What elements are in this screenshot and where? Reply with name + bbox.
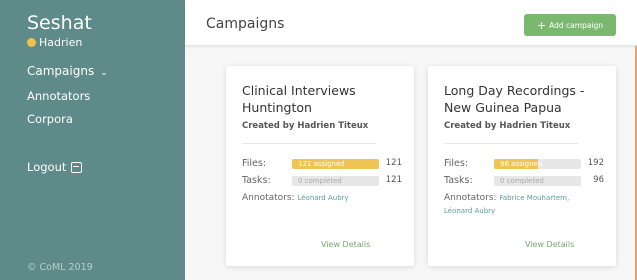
nav-annotators[interactable]: Annotators [27,89,90,103]
card-divider [242,143,376,144]
files-progress-bar: 121 assigned [292,159,379,169]
campaign-creator: Created by Hadrien Titeux [242,121,369,131]
campaign-card: Clinical Interviews Huntington Created b… [226,66,414,266]
tasks-progress-bar: 0 completed [494,176,581,186]
files-row: Files: 96 assigned 192 [444,158,604,170]
annotators-line: Annotators: Léonard Aubry [242,192,392,205]
files-total: 192 [587,158,604,168]
current-user: Hadrien [27,36,82,49]
tasks-row: Tasks: 0 completed 121 [242,175,402,187]
tasks-row: Tasks: 0 completed 96 [444,175,604,187]
campaign-title: Long Day Recordings - New Guinea Papua [444,83,585,115]
tasks-progress-bar: 0 completed [292,176,379,186]
files-progress-text: 96 assigned [500,160,543,168]
tasks-total: 121 [385,175,402,185]
card-divider [444,143,578,144]
annotators-names[interactable]: Léonard Aubry [297,194,348,202]
nav-corpora[interactable]: Corpora [27,112,73,126]
plus-icon: + [536,18,547,32]
tasks-label: Tasks: [444,175,473,186]
user-status-dot [27,38,36,47]
tasks-progress-text: 0 completed [500,177,544,185]
nav-campaigns-label: Campaigns [27,64,95,78]
add-campaign-label: Add campaign [549,20,604,30]
files-progress-text: 121 assigned [298,160,345,168]
tasks-progress-text: 0 completed [298,177,342,185]
copyright: © CoML 2019 [27,262,93,273]
files-label: Files: [444,158,469,169]
logout-icon [71,161,83,173]
view-details-link[interactable]: View Details [321,240,370,249]
files-progress-bar: 96 assigned [494,159,581,169]
campaign-creator: Created by Hadrien Titeux [444,121,571,131]
add-campaign-button[interactable]: + Add campaign [524,14,616,36]
page-title: Campaigns [206,16,285,32]
annotators-label: Annotators: [242,193,295,203]
app-brand[interactable]: Seshat [27,12,92,34]
top-bar: Campaigns + Add campaign [185,0,637,46]
files-label: Files: [242,158,267,169]
annotators-line: Annotators: Fabrice Mouhartem, Léonard A… [444,192,594,218]
tasks-label: Tasks: [242,175,271,186]
files-row: Files: 121 assigned 121 [242,158,402,170]
sidebar: Seshat Hadrien Campaigns ⌄ Annotators Cor… [0,0,185,280]
user-name: Hadrien [39,36,83,49]
campaign-card: Long Day Recordings - New Guinea Papua C… [428,66,616,266]
logout-label: Logout [27,160,67,174]
chevron-down-icon: ⌄ [100,68,108,78]
campaign-title: Clinical Interviews Huntington [242,83,356,115]
logout-link[interactable]: Logout [27,160,83,174]
files-total: 121 [385,158,402,168]
annotators-label: Annotators: [444,193,497,203]
nav-campaigns[interactable]: Campaigns ⌄ [27,64,108,78]
tasks-total: 96 [593,175,604,185]
view-details-link[interactable]: View Details [525,240,574,249]
